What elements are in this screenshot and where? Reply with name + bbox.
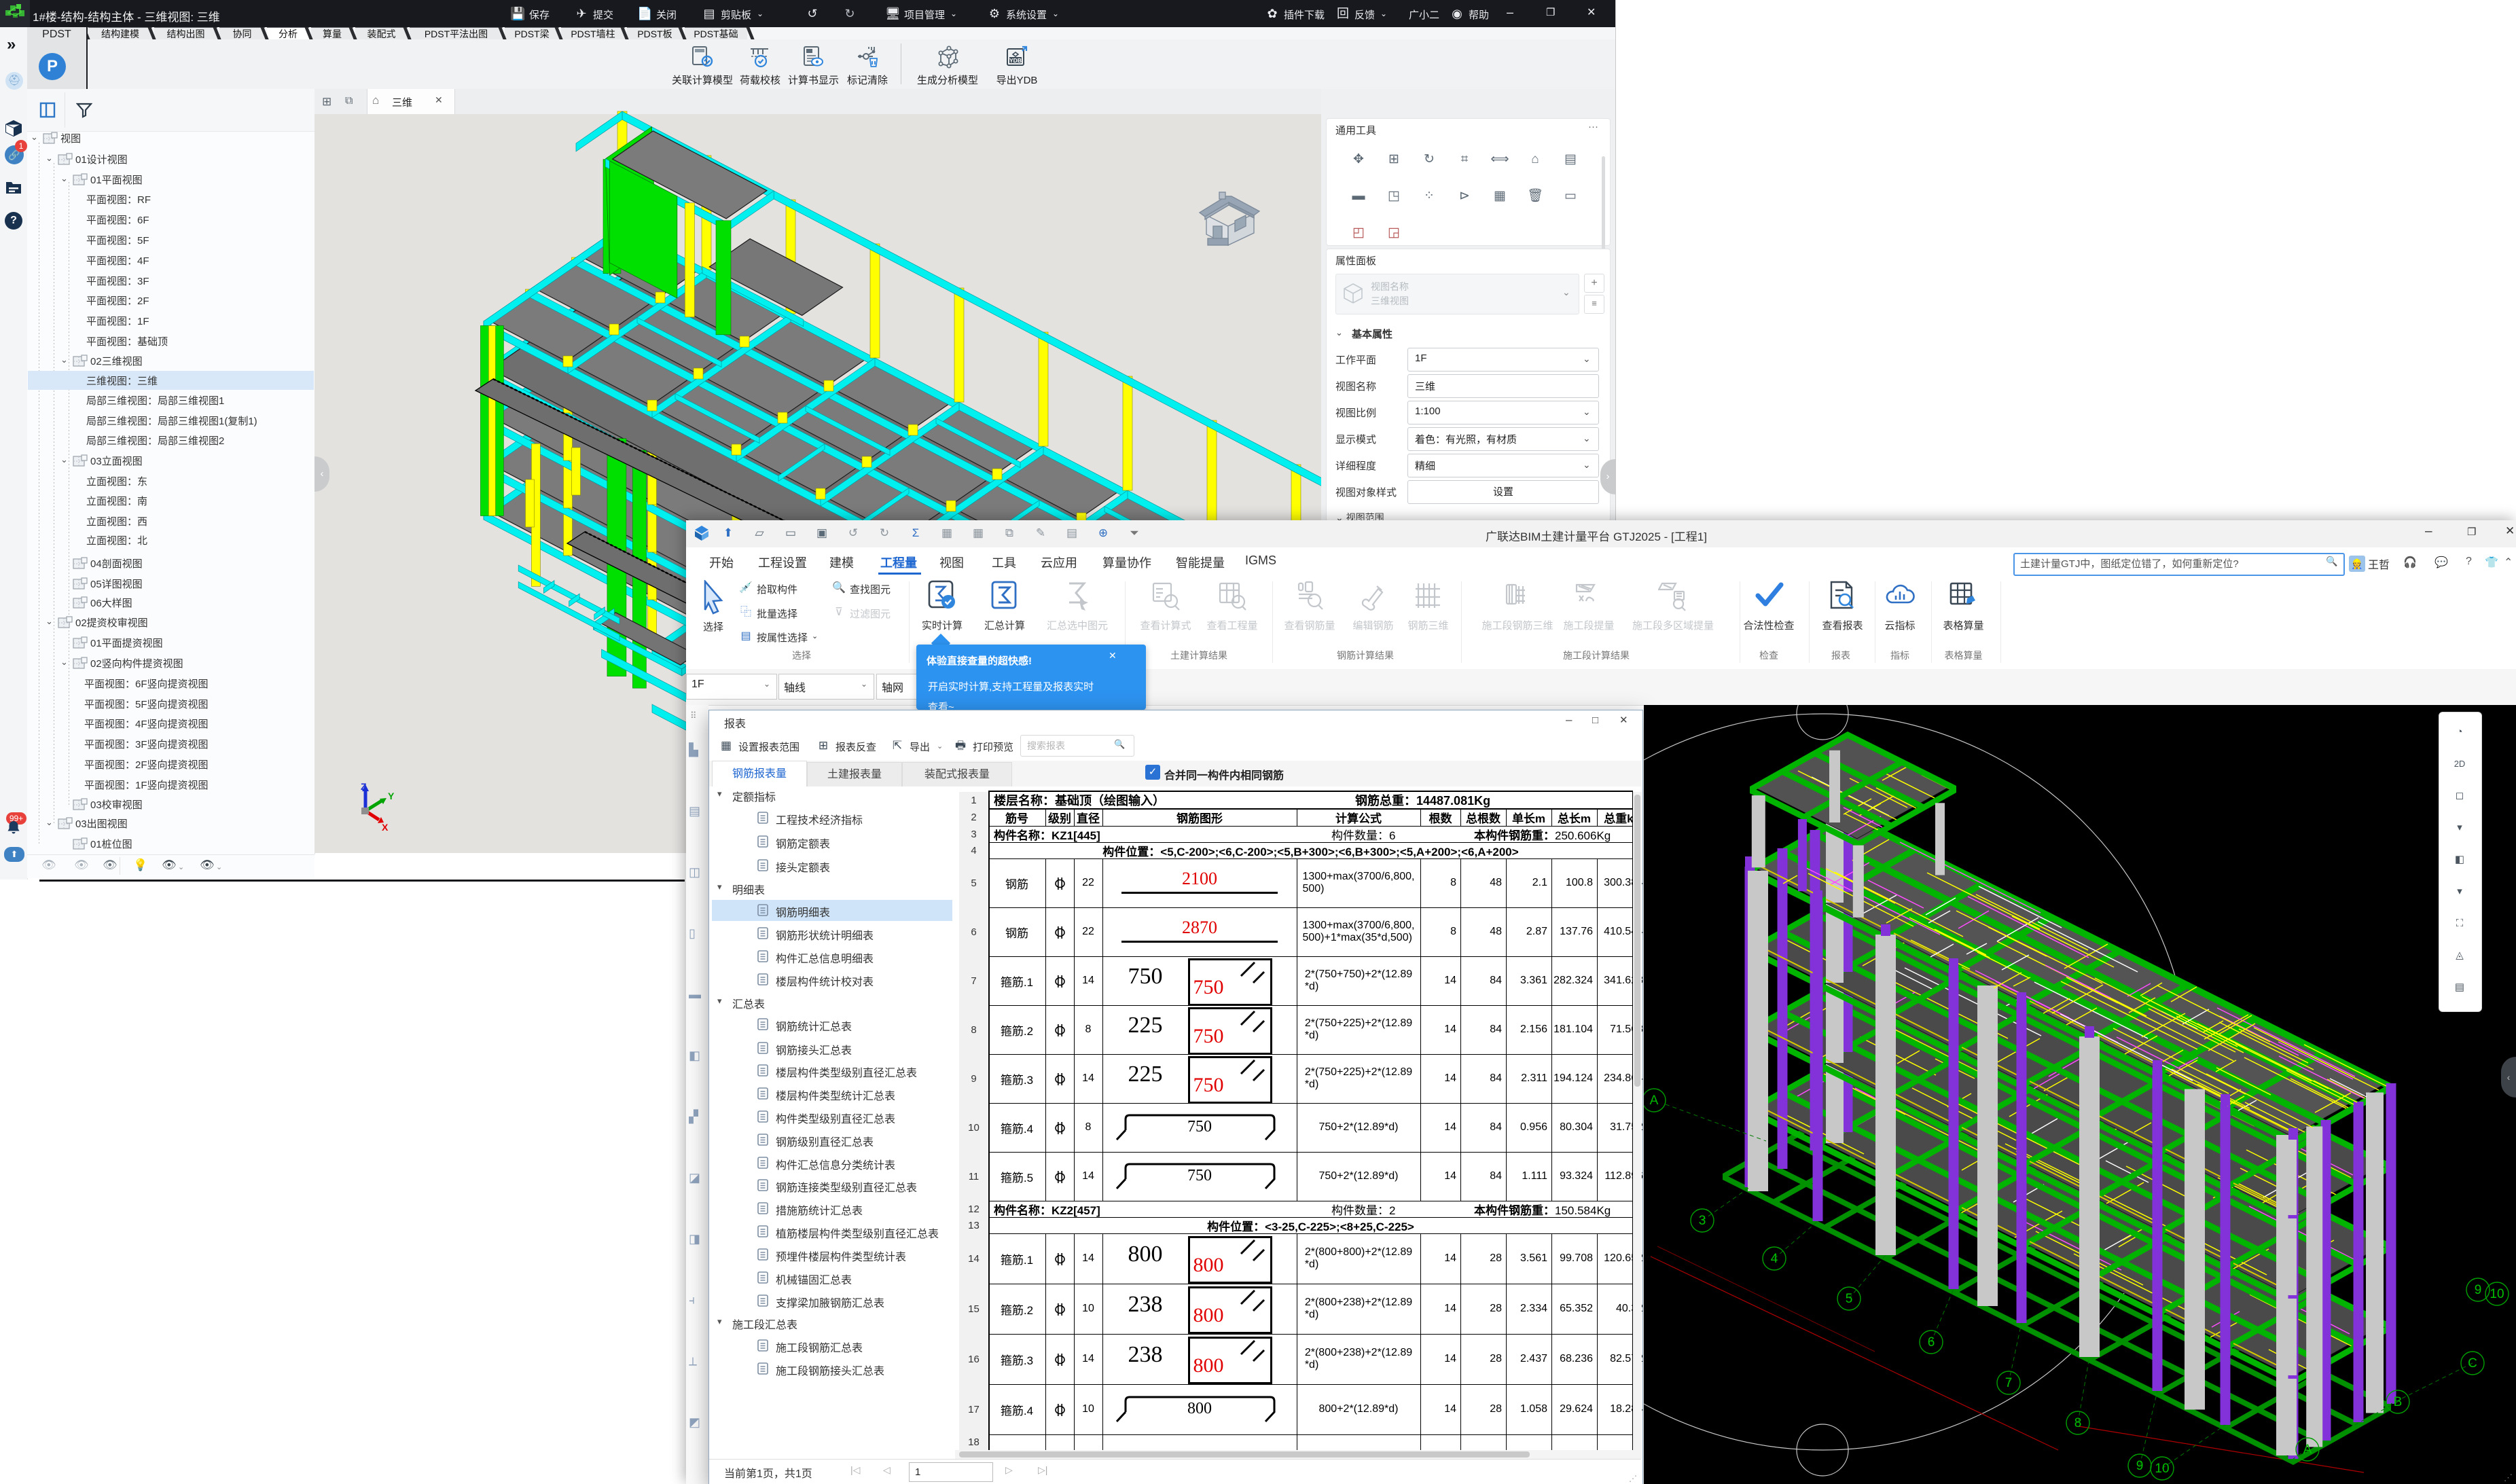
svg-text:YDB: YDB [1009,57,1022,64]
svg-text:C: C [2468,1356,2477,1371]
svg-text:6: 6 [1928,1335,1935,1350]
svg-text:3: 3 [1699,1214,1706,1228]
svg-text:9: 9 [2136,1459,2144,1473]
svg-text:9: 9 [2475,1283,2482,1297]
svg-text:7: 7 [2005,1376,2013,1390]
svg-text:8: 8 [2074,1416,2082,1430]
svg-text:10: 10 [2490,1287,2504,1301]
svg-text:B: B [2394,1395,2403,1409]
svg-text:4: 4 [1771,1252,1778,1266]
svg-text:10: 10 [2155,1462,2169,1476]
svg-text:5: 5 [1846,1292,1853,1306]
svg-text:A: A [2303,1443,2312,1457]
svg-text:A: A [1650,1093,1659,1108]
